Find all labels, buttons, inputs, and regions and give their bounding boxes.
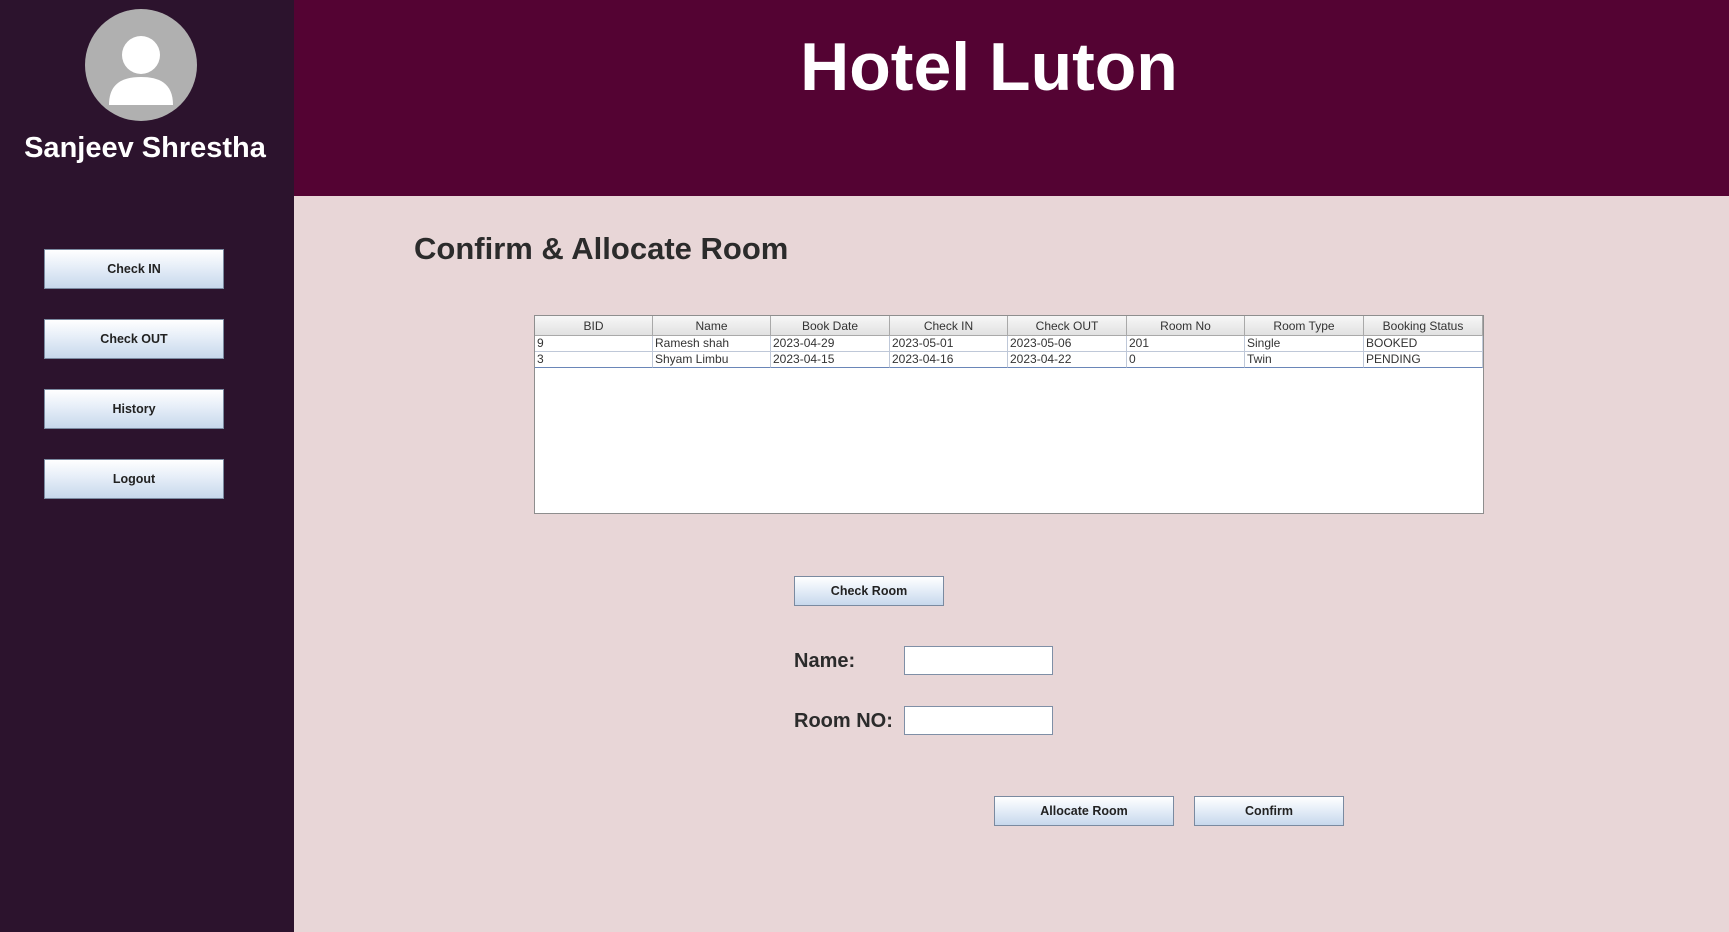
column-header-booking-status[interactable]: Booking Status xyxy=(1364,316,1483,336)
allocate-room-button[interactable]: Allocate Room xyxy=(994,796,1174,826)
table-cell: 2023-04-29 xyxy=(771,336,890,352)
table-cell: 2023-05-01 xyxy=(890,336,1008,352)
bookings-table[interactable]: BID Name Book Date Check IN Check OUT Ro… xyxy=(534,315,1484,514)
room-no-label: Room NO: xyxy=(794,710,893,732)
check-out-button[interactable]: Check OUT xyxy=(44,319,224,359)
history-button[interactable]: History xyxy=(44,389,224,429)
table-cell: BOOKED xyxy=(1364,336,1483,352)
header: Hotel Luton xyxy=(294,0,1729,196)
confirm-button[interactable]: Confirm xyxy=(1194,796,1344,826)
table-cell: 2023-04-22 xyxy=(1008,352,1127,368)
column-header-check-in[interactable]: Check IN xyxy=(890,316,1008,336)
check-room-button[interactable]: Check Room xyxy=(794,576,944,606)
column-header-name[interactable]: Name xyxy=(653,316,771,336)
column-header-bid[interactable]: BID xyxy=(535,316,653,336)
logout-button[interactable]: Logout xyxy=(44,459,224,499)
column-header-room-no[interactable]: Room No xyxy=(1127,316,1245,336)
column-header-room-type[interactable]: Room Type xyxy=(1245,316,1364,336)
table-row[interactable]: 3 Shyam Limbu 2023-04-15 2023-04-16 2023… xyxy=(535,352,1483,368)
table-cell: Single xyxy=(1245,336,1364,352)
user-avatar-icon xyxy=(85,9,197,121)
table-cell: 3 xyxy=(535,352,653,368)
app-title: Hotel Luton xyxy=(800,29,1178,105)
table-cell: 2023-04-16 xyxy=(890,352,1008,368)
table-cell: 201 xyxy=(1127,336,1245,352)
user-name: Sanjeev Shrestha xyxy=(24,132,266,164)
page-title: Confirm & Allocate Room xyxy=(414,231,789,266)
table-cell: Shyam Limbu xyxy=(653,352,771,368)
check-in-button[interactable]: Check IN xyxy=(44,249,224,289)
table-cell: Ramesh shah xyxy=(653,336,771,352)
table-cell: 2023-05-06 xyxy=(1008,336,1127,352)
name-label: Name: xyxy=(794,650,856,672)
name-field[interactable] xyxy=(904,646,1053,675)
column-header-book-date[interactable]: Book Date xyxy=(771,316,890,336)
room-no-field[interactable] xyxy=(904,706,1053,735)
table-cell: 0 xyxy=(1127,352,1245,368)
table-row[interactable]: 9 Ramesh shah 2023-04-29 2023-05-01 2023… xyxy=(535,336,1483,352)
table-cell: 9 xyxy=(535,336,653,352)
column-header-check-out[interactable]: Check OUT xyxy=(1008,316,1127,336)
sidebar: Sanjeev Shrestha Check IN Check OUT Hist… xyxy=(0,0,294,932)
table-header: BID Name Book Date Check IN Check OUT Ro… xyxy=(535,316,1483,336)
table-cell: 2023-04-15 xyxy=(771,352,890,368)
table-cell: Twin xyxy=(1245,352,1364,368)
table-cell: PENDING xyxy=(1364,352,1483,368)
